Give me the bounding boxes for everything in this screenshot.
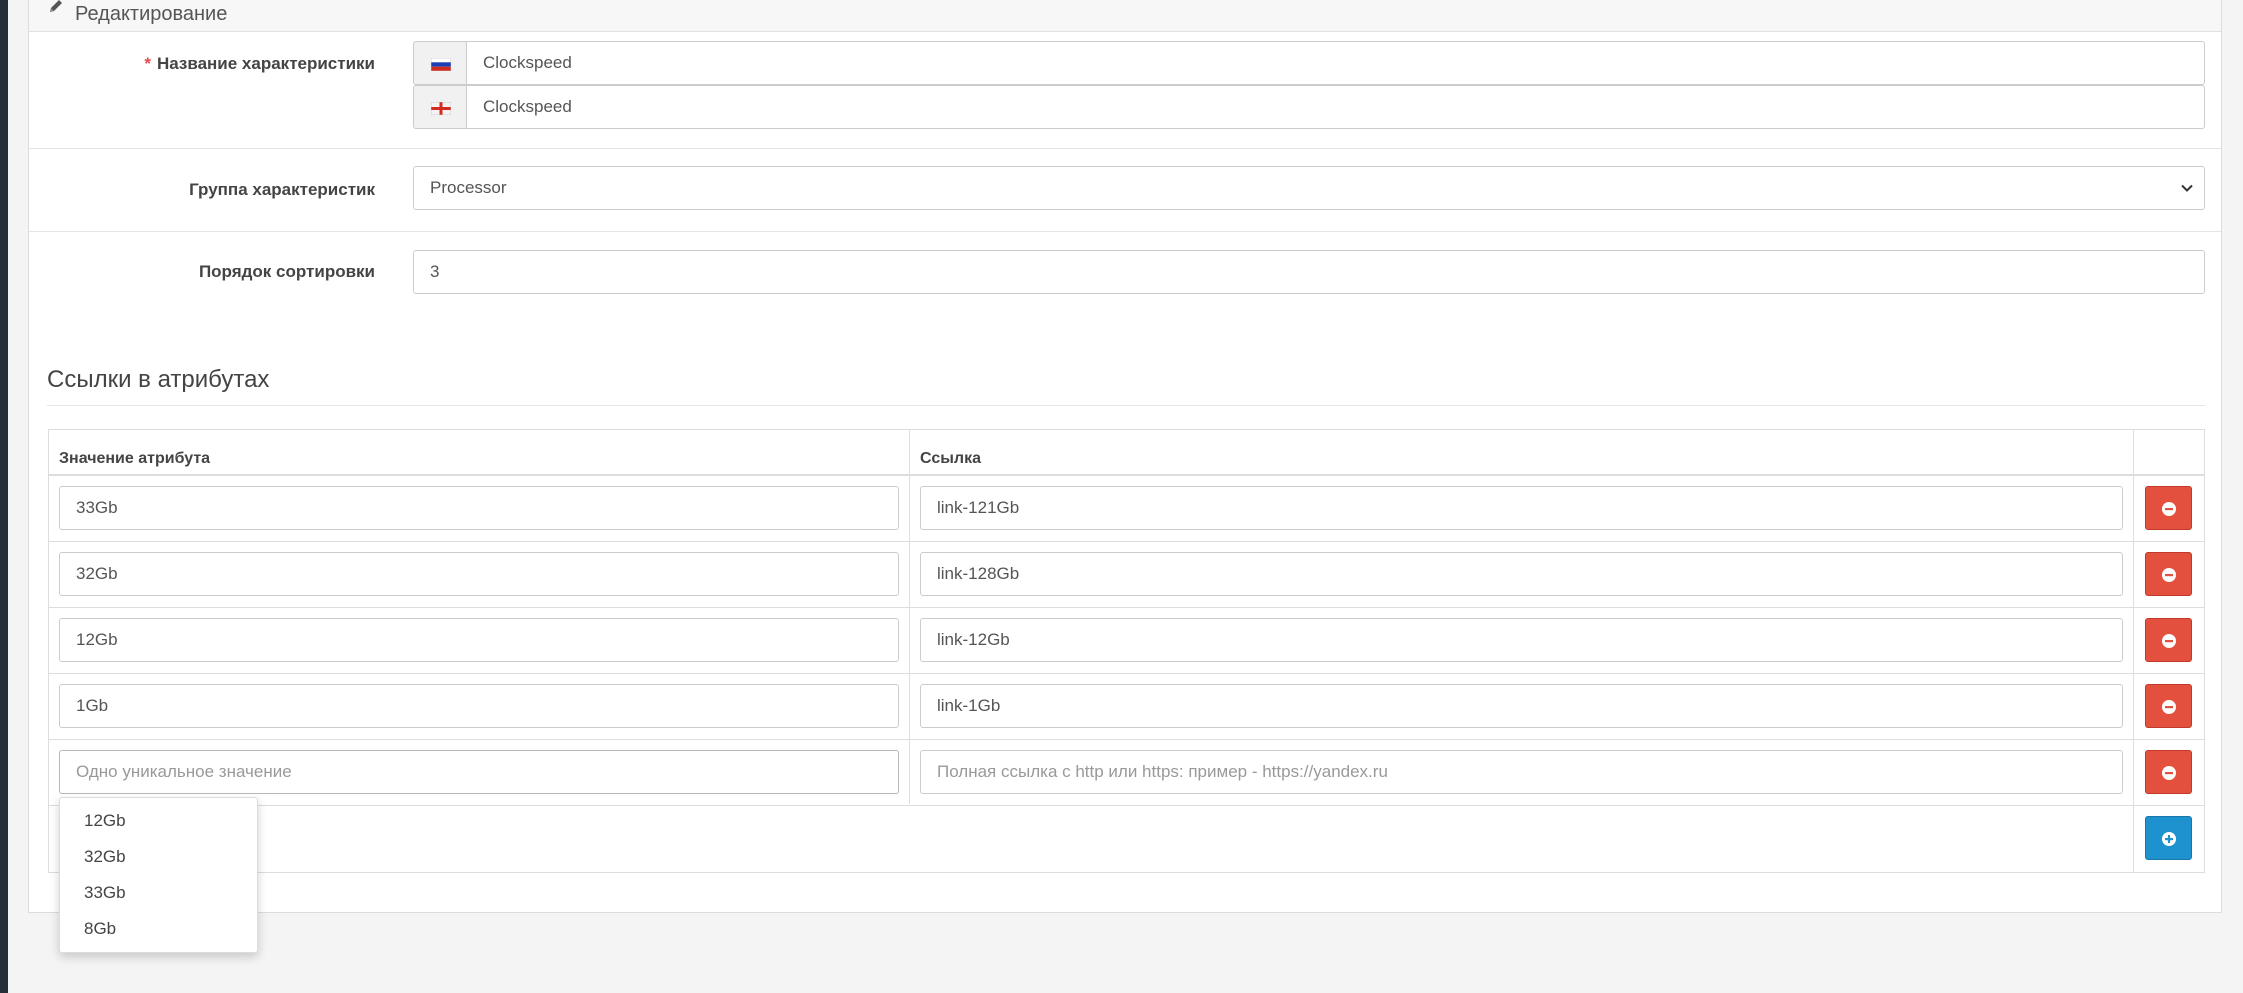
autocomplete-option[interactable]: 8Gb xyxy=(84,919,116,939)
section-divider xyxy=(47,405,2205,406)
remove-row-button[interactable] xyxy=(2145,684,2192,728)
link-input[interactable]: link-121Gb xyxy=(920,486,2123,530)
autocomplete-dropdown: 12Gb 32Gb 33Gb 8Gb xyxy=(59,797,258,953)
group-select[interactable]: Processor xyxy=(413,166,2205,210)
row-divider xyxy=(49,541,2204,542)
remove-row-button[interactable] xyxy=(2145,618,2192,662)
name-en-group: Clockspeed xyxy=(413,85,2205,129)
new-attr-value-input[interactable]: Одно уникальное значение xyxy=(59,750,899,794)
row-divider xyxy=(49,607,2204,608)
name-en-input[interactable]: Clockspeed xyxy=(466,85,2205,129)
panel-title: Редактирование xyxy=(75,3,228,25)
column-header-attr: Значение атрибута xyxy=(59,450,211,467)
row-divider xyxy=(49,805,2204,806)
group-label: Группа характеристик xyxy=(189,180,375,199)
pencil-icon xyxy=(50,0,62,12)
column-divider xyxy=(909,430,910,804)
row-divider xyxy=(49,673,2204,674)
minus-circle-icon xyxy=(2162,766,2176,780)
name-ru-input[interactable]: Clockspeed xyxy=(466,41,2205,85)
group-row: Группа характеристик Processor xyxy=(29,149,2221,232)
attr-value-input[interactable]: 1Gb xyxy=(59,684,899,728)
attr-value-input[interactable]: 12Gb xyxy=(59,618,899,662)
minus-circle-icon xyxy=(2162,634,2176,648)
en-flag-addon xyxy=(413,85,467,129)
left-sidebar-edge xyxy=(0,0,8,993)
required-mark: * xyxy=(144,54,151,73)
minus-circle-icon xyxy=(2162,700,2176,714)
ru-flag-icon xyxy=(431,58,451,71)
name-ru-group: Clockspeed xyxy=(413,41,2205,85)
remove-row-button[interactable] xyxy=(2145,552,2192,596)
new-link-input[interactable]: Полная ссылка с http или https: пример -… xyxy=(920,750,2123,794)
row-divider xyxy=(49,739,2204,740)
minus-circle-icon xyxy=(2162,568,2176,582)
name-label: * Название характеристики xyxy=(144,54,375,73)
autocomplete-option[interactable]: 33Gb xyxy=(84,883,126,903)
links-table: Значение атрибута Ссылка 33Gb link-121Gb… xyxy=(48,429,2205,873)
remove-row-button[interactable] xyxy=(2145,750,2192,794)
link-input[interactable]: link-128Gb xyxy=(920,552,2123,596)
link-input[interactable]: link-12Gb xyxy=(920,618,2123,662)
plus-circle-icon xyxy=(2162,832,2176,846)
links-section-title: Ссылки в атрибутах xyxy=(47,366,270,393)
edit-panel: Редактирование * Название характеристики … xyxy=(28,0,2222,913)
name-row: * Название характеристики Clockspeed Clo… xyxy=(29,32,2221,149)
autocomplete-option[interactable]: 12Gb xyxy=(84,811,126,831)
link-input[interactable]: link-1Gb xyxy=(920,684,2123,728)
ru-flag-addon xyxy=(413,41,467,85)
sort-label: Порядок сортировки xyxy=(198,262,375,281)
panel-heading: Редактирование xyxy=(29,0,2221,32)
minus-circle-icon xyxy=(2162,502,2176,516)
sort-row: Порядок сортировки 3 xyxy=(29,232,2221,312)
autocomplete-option[interactable]: 32Gb xyxy=(84,847,126,867)
attr-value-input[interactable]: 32Gb xyxy=(59,552,899,596)
header-divider xyxy=(49,474,2204,476)
remove-row-button[interactable] xyxy=(2145,486,2192,530)
chevron-down-icon xyxy=(2181,184,2193,192)
sort-order-input[interactable]: 3 xyxy=(413,250,2205,294)
column-header-link: Ссылка xyxy=(920,450,981,467)
attr-value-input[interactable]: 33Gb xyxy=(59,486,899,530)
en-flag-icon xyxy=(431,102,451,115)
add-row-button[interactable] xyxy=(2145,816,2192,860)
